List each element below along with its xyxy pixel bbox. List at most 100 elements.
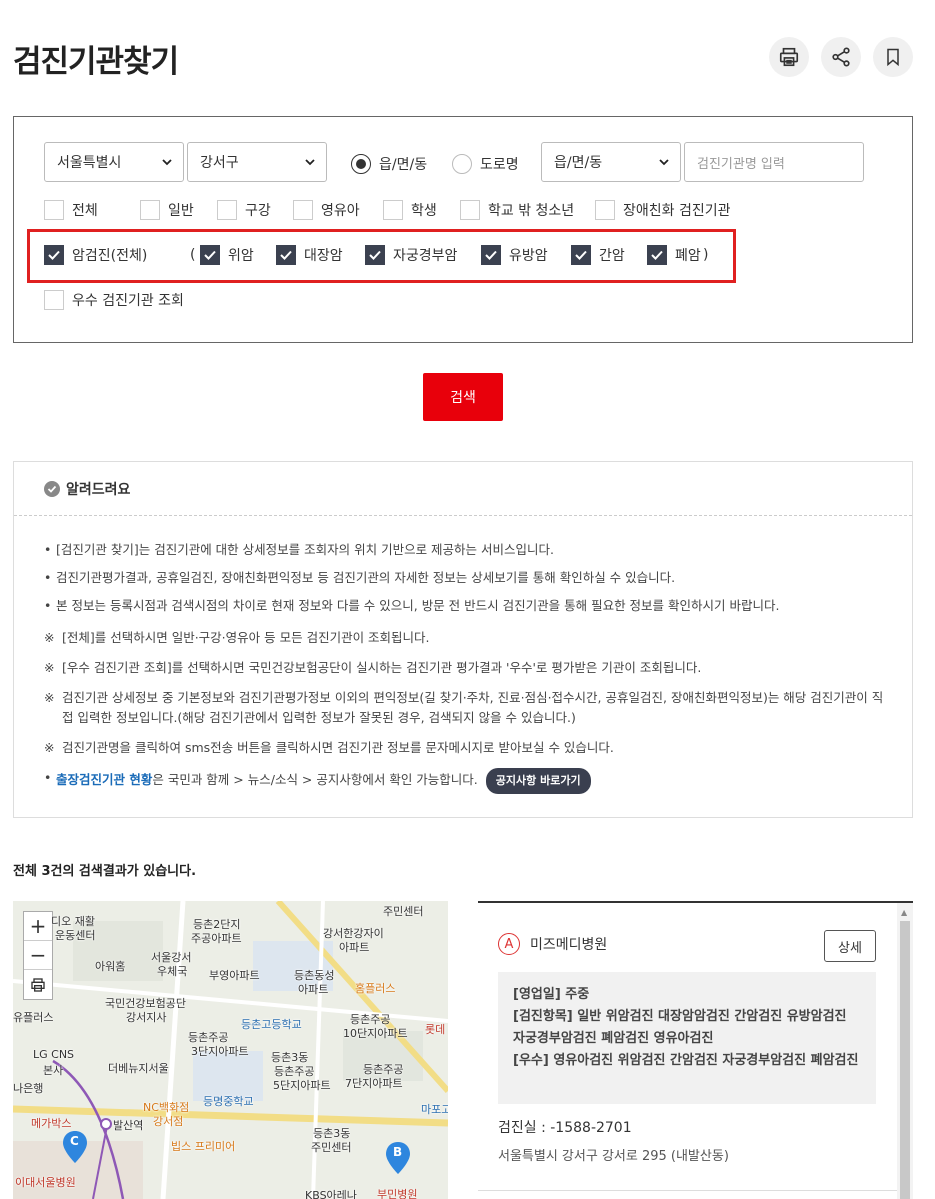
zoom-in-button[interactable]: + [24, 912, 52, 941]
checkbox-oral[interactable]: 구강 [217, 200, 271, 220]
printer-icon [31, 977, 45, 992]
map-label: 등명중학교 [203, 1095, 254, 1108]
search-button[interactable]: 검색 [423, 373, 503, 421]
result-list[interactable]: A 미즈메디병원 상세 [영업일] 주중 [검진항목] 일반 위암검진 대장암암… [478, 901, 913, 1199]
notice-header: 알려드려요 [14, 462, 912, 516]
chevron-down-icon [659, 159, 669, 166]
institution-name-input[interactable]: 검진기관명 입력 [684, 142, 864, 182]
notice-note: ※ [우수 검진기관 조회]를 선택하시면 국민건강보험공단이 실시하는 검진기관… [44, 658, 894, 678]
scroll-up-icon: ▲ [901, 908, 908, 917]
checkbox-box [140, 200, 160, 220]
map-label: 더베뉴지서울 [108, 1062, 169, 1075]
scrollbar-thumb[interactable] [900, 921, 910, 1199]
city-select[interactable]: 서울특별시 [44, 142, 184, 182]
mobile-checkup-link[interactable]: 출장검진기관 현황 [56, 772, 152, 787]
map-label: 이대서울병원 [15, 1176, 76, 1189]
checkbox-all[interactable]: 전체 [44, 200, 98, 220]
map-label: 5단지아파트 [273, 1079, 331, 1092]
checkbox-excellent-institution[interactable]: 우수 검진기관 조회 [44, 290, 184, 310]
map-label: 우체국 [157, 965, 188, 978]
map-label: 10단지아파트 [343, 1027, 408, 1040]
notice-text: 검진기관평가결과, 공휴일검진, 장애친화편익정보 등 검진기관의 자세한 정보… [56, 570, 676, 585]
map-label: 운동센터 [55, 929, 96, 942]
map-label: 3단지아파트 [191, 1045, 249, 1058]
map-label: 홈플러스 [355, 982, 396, 995]
radio-road-name[interactable]: 도로명 [452, 154, 519, 174]
scrollbar[interactable]: ▲ [897, 903, 913, 1199]
hospital-info-box: [영업일] 주중 [검진항목] 일반 위암검진 대장암암검진 간암검진 유방암검… [498, 972, 876, 1104]
map-label: 주민센터 [383, 905, 424, 918]
map-label: 마포고 [421, 1103, 448, 1116]
checkbox-label: 학교 밖 청소년 [488, 203, 575, 219]
map-marker-letter: C [70, 1134, 79, 1148]
bookmark-button[interactable] [873, 37, 913, 77]
checkbox-label: 학생 [411, 203, 437, 219]
notice-panel: 알려드려요 • [검진기관 찾기]는 검진기관에 대한 상세정보를 조회자의 위치… [13, 461, 913, 818]
result-count: 전체 3건의 검색결과가 있습니다. [13, 864, 197, 879]
map-label: 부민병원 [377, 1188, 418, 1199]
radio-eupmyeondong[interactable]: 읍/면/동 [351, 154, 427, 174]
detail-button[interactable]: 상세 [824, 930, 876, 962]
notice-text: 검진기관 상세정보 중 기본정보와 검진기관평가정보 이외의 편익정보(길 찾기… [62, 690, 884, 725]
page-actions [769, 37, 913, 77]
printer-icon [779, 47, 799, 67]
checkbox-label: 우수 검진기관 조회 [72, 293, 184, 309]
checkbox-general[interactable]: 일반 [140, 200, 194, 220]
check-circle-icon [44, 480, 60, 497]
checkbox-box [383, 200, 403, 220]
dong-select[interactable]: 읍/면/동 [541, 142, 681, 182]
map-label: 빕스 프리미어 [171, 1140, 236, 1153]
radio-label: 읍/면/동 [379, 157, 428, 173]
map-label: 강서지사 [126, 1011, 167, 1024]
map-view[interactable]: + − 디오 재활 운동센터 아워홈 서울강서 우체국 등촌2단지 주공아파트 부영아파트 등촌… [13, 901, 448, 1199]
hospital-header[interactable]: A 미즈메디병원 [498, 933, 607, 955]
notice-bullet: • 본 정보는 등록시점과 검색시점의 차이로 현재 정보와 다를 수 있으니, … [44, 596, 894, 616]
checkbox-label: 일반 [168, 203, 194, 219]
checkbox-student[interactable]: 학생 [383, 200, 437, 220]
notice-text: 본 정보는 등록시점과 검색시점의 차이로 현재 정보와 다를 수 있으니, 방… [56, 598, 780, 613]
checkbox-out-of-school-youth[interactable]: 학교 밖 청소년 [460, 200, 574, 220]
chevron-down-icon [162, 159, 172, 166]
map-label: 메가박스 [31, 1117, 72, 1130]
map-label: 발산역 [113, 1119, 144, 1132]
hospital-name[interactable]: 미즈메디병원 [530, 934, 607, 954]
input-placeholder: 검진기관명 입력 [697, 156, 785, 172]
notice-bullet: • 검진기관평가결과, 공휴일검진, 장애친화편익정보 등 검진기관의 자세한 정… [44, 568, 894, 588]
map-marker-b[interactable]: B [386, 1142, 410, 1178]
info-excellent: [우수] 영유아검진 위암검진 간암검진 자궁경부암검진 폐암검진 [513, 1053, 859, 1068]
hospital-badge: A [498, 933, 520, 955]
city-select-value: 서울특별시 [57, 155, 122, 171]
zoom-out-button[interactable]: − [24, 941, 52, 970]
map-label: KBS아레나 [305, 1189, 357, 1199]
checkbox-disability-friendly[interactable]: 장애친화 검진기관 [595, 200, 731, 220]
map-label: 부영아파트 [209, 969, 260, 982]
dong-select-value: 읍/면/동 [554, 155, 603, 171]
map-print-button[interactable] [24, 970, 52, 999]
notice-shortcut-button[interactable]: 공지사항 바로가기 [485, 768, 591, 794]
map-label: 롯데 [425, 1023, 446, 1036]
hospital-phone: 검진실 : -1588-2701 [498, 1120, 632, 1136]
cancer-row-highlight [27, 229, 736, 283]
notice-title: 알려드려요 [66, 481, 131, 498]
checkbox-box [460, 200, 480, 220]
map-label: 등촌고등학교 [241, 1018, 302, 1031]
checkbox-label: 영유아 [321, 203, 360, 219]
checkbox-infant[interactable]: 영유아 [293, 200, 360, 220]
hospital-address: 서울특별시 강서구 강서로 295 (내발산동) [498, 1149, 729, 1164]
info-business-days: [영업일] 주중 [513, 987, 590, 1002]
district-select[interactable]: 강서구 [187, 142, 327, 182]
map-marker-c[interactable]: C [63, 1131, 87, 1167]
print-button[interactable] [769, 37, 809, 77]
share-button[interactable] [821, 37, 861, 77]
map-label: LG CNS [33, 1048, 75, 1061]
radio-dot [452, 154, 472, 174]
checkbox-box [44, 200, 64, 220]
checkbox-box [595, 200, 615, 220]
map-label: 아파트 [298, 983, 329, 996]
checkbox-label: 전체 [72, 203, 98, 219]
radio-dot [351, 154, 371, 174]
map-label: 나은행 [13, 1082, 44, 1095]
map-label: 주민센터 [311, 1141, 352, 1154]
map-label: 아워홈 [95, 960, 126, 973]
notice-text: 검진기관명을 클릭하여 sms전송 버튼을 클릭하시면 검진기관 정보를 문자메… [62, 740, 614, 755]
